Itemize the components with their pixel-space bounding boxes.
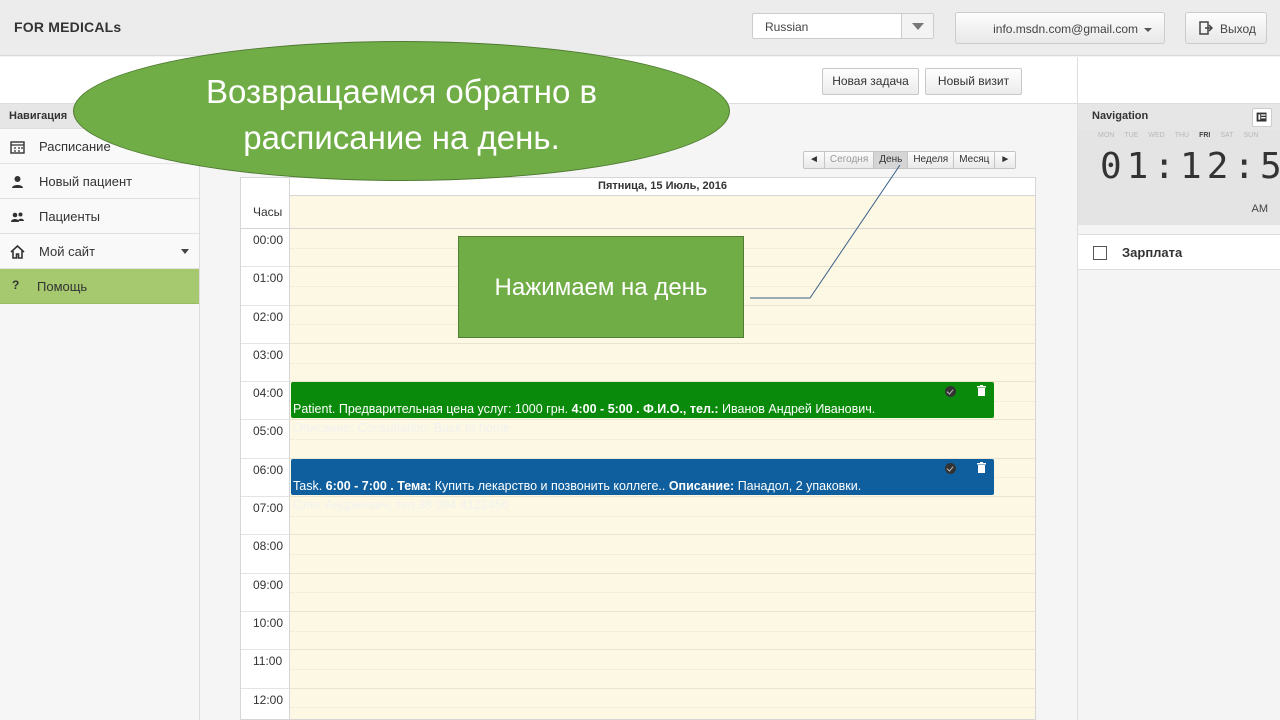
day-view-button[interactable]: День	[874, 152, 909, 168]
dropdown-caret-icon	[181, 249, 189, 254]
next-button[interactable]: ►	[995, 152, 1016, 168]
sidebar-item-label: Помощь	[37, 279, 88, 294]
time-label: 12:00	[241, 689, 289, 719]
users-icon	[11, 212, 24, 222]
time-slot[interactable]: 03:00	[241, 343, 1035, 383]
time-label: 08:00	[241, 535, 289, 574]
chevron-down-icon[interactable]	[901, 14, 933, 38]
language-select[interactable]: Russian	[752, 13, 934, 39]
time-slot[interactable]: 08:00	[241, 535, 1035, 574]
clock-time: 01:12:53	[1100, 146, 1280, 187]
logout-icon	[1199, 21, 1213, 35]
hours-label: Часы	[241, 196, 289, 229]
task-event[interactable]: Task. 6:00 - 7:00 . Тема: Купить лекарст…	[291, 459, 994, 512]
trash-icon[interactable]	[977, 462, 986, 473]
right-nav-header: Navigation	[1078, 104, 1280, 130]
time-label: 03:00	[241, 344, 289, 383]
time-label: 06:00	[241, 459, 289, 498]
home-icon	[10, 245, 25, 259]
sidebar-toggle-icon	[1256, 112, 1267, 122]
time-slot[interactable]: 11:00	[241, 650, 1035, 689]
right-nav-title: Navigation	[1092, 110, 1149, 122]
right-panel: Navigation MON TUE WED THU FRI SAT SUN 0…	[1077, 57, 1280, 720]
event-text: Patient. Предварительная цена услуг: 100…	[293, 402, 876, 416]
patient-event[interactable]: Patient. Предварительная цена услуг: 100…	[291, 382, 994, 435]
left-sidebar: Навигация Расписание Новый пациент Пацие…	[0, 104, 200, 720]
trash-icon[interactable]	[977, 385, 986, 396]
time-label: 00:00	[241, 229, 289, 268]
sidebar-item-label: Новый пациент	[39, 174, 133, 189]
calendar-view-switcher: ◄ Сегодня День Неделя Месяц ►	[803, 151, 1017, 169]
calculator-icon	[1093, 246, 1107, 260]
clock-ampm: AM	[1251, 203, 1269, 215]
new-task-button[interactable]: Новая задача	[822, 68, 919, 95]
user-menu-button[interactable]: info.msdn.com@gmail.com	[955, 12, 1165, 44]
time-label: 05:00	[241, 420, 289, 459]
time-slot[interactable]: 09:00	[241, 573, 1035, 612]
bubble-line-1: Возвращаемся обратно в	[205, 73, 598, 110]
check-icon[interactable]	[945, 463, 956, 474]
tutorial-callout: Нажимаем на день	[458, 236, 744, 338]
new-visit-button[interactable]: Новый визит	[925, 68, 1022, 95]
calendar-icon	[10, 141, 25, 154]
time-label: 04:00	[241, 382, 289, 421]
user-email: info.msdn.com@gmail.com	[993, 22, 1138, 36]
event-description: Описание: Consultation. Back to home	[293, 421, 511, 435]
sidebar-item-my-site[interactable]: Мой сайт	[0, 234, 199, 269]
panel-toggle-button[interactable]	[1252, 108, 1272, 127]
time-label: 10:00	[241, 612, 289, 651]
language-value: Russian	[765, 20, 809, 34]
all-day-row[interactable]	[289, 196, 1035, 229]
digital-clock: MON TUE WED THU FRI SAT SUN 01:12:53 AM	[1078, 130, 1280, 225]
top-navbar: FOR MEDICALs Russian info.msdn.com@gmail…	[0, 0, 1280, 56]
sidebar-item-patients[interactable]: Пациенты	[0, 199, 199, 234]
sidebar-item-label: Мой сайт	[39, 244, 96, 259]
salary-label: Зарплата	[1122, 245, 1183, 260]
logout-label: Выход	[1220, 22, 1256, 36]
sidebar-item-help[interactable]: ? Помощь	[0, 269, 199, 304]
bubble-line-2: расписание на день.	[243, 119, 560, 156]
sidebar-item-label: Пациенты	[39, 209, 100, 224]
event-text: Task. 6:00 - 7:00 . Тема: Купить лекарст…	[293, 479, 862, 493]
time-label: 01:00	[241, 267, 289, 306]
sidebar-item-new-patient[interactable]: Новый пациент	[0, 164, 199, 199]
week-view-button[interactable]: Неделя	[908, 152, 955, 168]
weekday-strip: MON TUE WED THU FRI SAT SUN	[1098, 132, 1259, 139]
tutorial-bubble: Возвращаемся обратно в расписание на ден…	[73, 41, 730, 181]
month-view-button[interactable]: Месяц	[954, 152, 996, 168]
caret-down-icon	[1144, 28, 1152, 32]
time-label: 11:00	[241, 650, 289, 689]
time-label: 09:00	[241, 574, 289, 612]
event-description: Олег Андреевич, тел 38 094 4123456	[293, 498, 509, 512]
time-label: 07:00	[241, 497, 289, 536]
prev-button[interactable]: ◄	[804, 152, 825, 168]
user-icon	[12, 176, 23, 188]
logout-button[interactable]: Выход	[1185, 12, 1267, 44]
time-slot[interactable]: 10:00	[241, 611, 1035, 651]
today-button[interactable]: Сегодня	[824, 152, 875, 168]
check-icon[interactable]	[945, 386, 956, 397]
question-icon: ?	[12, 278, 20, 292]
brand-logo[interactable]: FOR MEDICALs	[14, 19, 121, 35]
salary-item[interactable]: Зарплата	[1078, 234, 1280, 270]
time-slot[interactable]: 12:00	[241, 688, 1035, 719]
time-label: 02:00	[241, 306, 289, 344]
